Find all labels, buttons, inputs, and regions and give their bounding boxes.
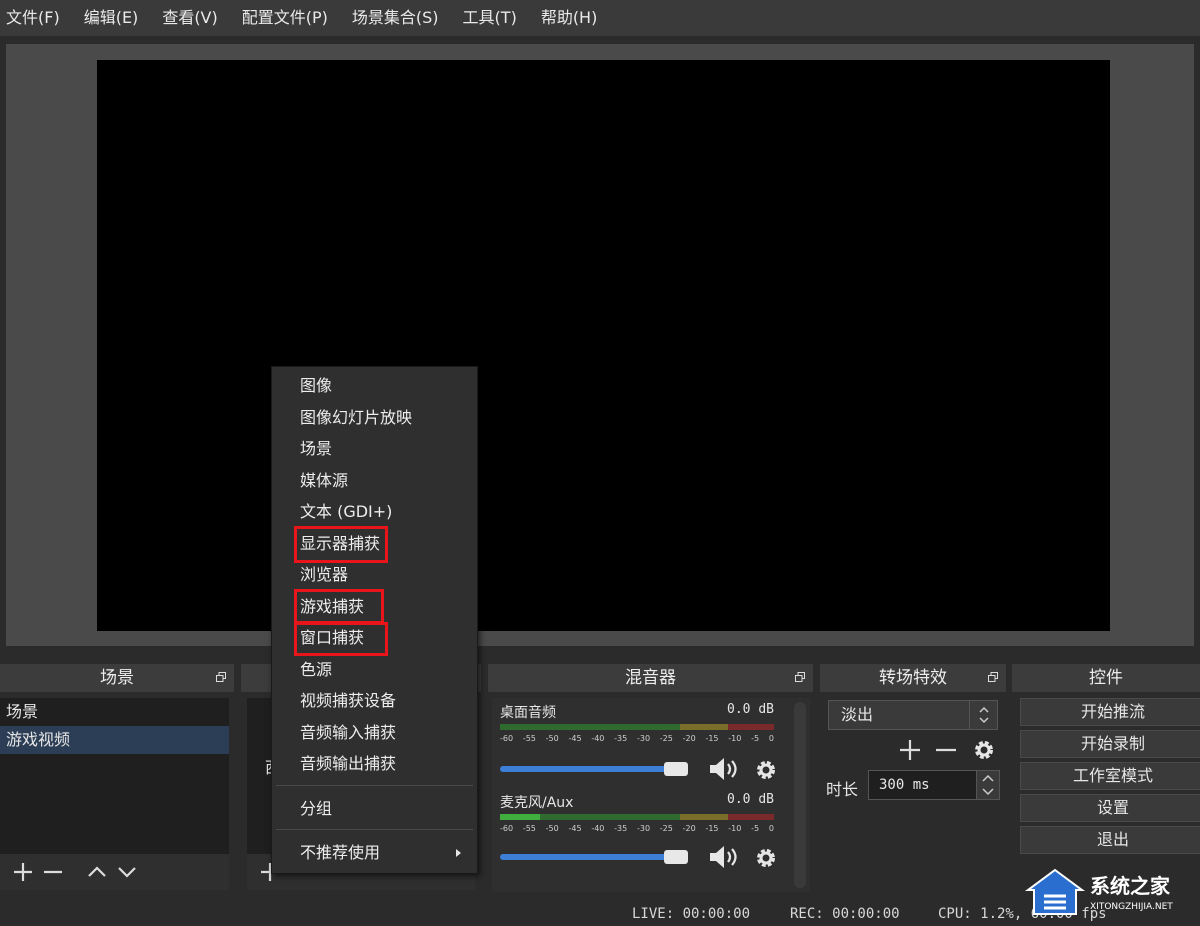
scenes-toolbar (0, 854, 229, 890)
menu-item-scene[interactable]: 场景 (300, 438, 332, 460)
gear-icon[interactable] (754, 758, 778, 786)
preview-canvas[interactable] (97, 60, 1110, 631)
undock-icon[interactable] (216, 672, 226, 682)
speaker-icon[interactable] (708, 844, 742, 874)
undock-icon[interactable] (988, 672, 998, 682)
mixer-channel: 麦克风/Aux 0.0 dB -60 -55 -50 -45 -40 -35 -30 -25-… (492, 792, 792, 882)
meter-scale: -60 -55 -50 -45 -40 -35 -30 -25 -20 -15 -10 -5 0 (500, 824, 774, 833)
transitions-title: 转场特效 (879, 668, 947, 688)
duration-label: 时长 (826, 780, 859, 799)
menu-separator (276, 785, 473, 786)
channel-name: 桌面音频 (500, 705, 556, 721)
volume-meter (500, 814, 774, 820)
menu-view[interactable]: 查看(V) (156, 0, 229, 36)
volume-slider[interactable] (500, 766, 670, 772)
remove-scene-button[interactable] (38, 857, 68, 887)
settings-button[interactable]: 设置 (1020, 794, 1200, 822)
watermark-text: 系统之家 (1090, 874, 1170, 898)
watermark-url: XITONGZHIJIA.NET (1090, 902, 1173, 912)
channel-name: 麦克风/Aux (500, 795, 574, 811)
move-up-button[interactable] (82, 857, 112, 887)
highlight-box (294, 622, 388, 656)
submenu-arrow-icon (456, 849, 461, 857)
scenes-dock-title: 场景 (0, 664, 234, 692)
undock-icon[interactable] (795, 672, 805, 682)
start-streaming-button[interactable]: 开始推流 (1020, 698, 1200, 726)
channel-db: 0.0 dB (727, 792, 774, 807)
menu-item-video-capture-device[interactable]: 视频捕获设备 (300, 690, 396, 712)
exit-button[interactable]: 退出 (1020, 826, 1200, 854)
controls-dock-title: 控件 (1012, 664, 1200, 692)
add-source-context-menu: 图像 图像幻灯片放映 场景 媒体源 文本 (GDI+) 显示器捕获 浏览器 游戏… (271, 366, 478, 874)
menu-file[interactable]: 文件(F) (0, 0, 72, 36)
menu-scene-collection[interactable]: 场景集合(S) (346, 0, 451, 36)
menu-item-audio-input-capture[interactable]: 音频输入捕获 (300, 722, 396, 744)
mixer-dock: 混音器 桌面音频 0.0 dB -60 -55 -50 -45 -40 -35 -30 -25… (488, 664, 813, 894)
transitions-dock: 转场特效 淡出 时长 300 ms (820, 664, 1006, 894)
mixer-body: 桌面音频 0.0 dB -60 -55 -50 -45 -40 -35 -30 -25 -20-… (492, 698, 810, 892)
volume-slider-knob[interactable] (664, 762, 688, 776)
mixer-title: 混音器 (625, 668, 676, 688)
menu-profile[interactable]: 配置文件(P) (236, 0, 340, 36)
studio-mode-button[interactable]: 工作室模式 (1020, 762, 1200, 790)
menu-help[interactable]: 帮助(H) (535, 0, 610, 36)
menu-bar: 文件(F) 编辑(E) 查看(V) 配置文件(P) 场景集合(S) 工具(T) … (0, 0, 1200, 36)
scenes-list: 场景 游戏视频 (0, 698, 229, 854)
start-recording-button[interactable]: 开始录制 (1020, 730, 1200, 758)
meter-scale: -60 -55 -50 -45 -40 -35 -30 -25 -20 -15 -10 -5 0 (500, 734, 774, 743)
menu-item-deprecated[interactable]: 不推荐使用 (300, 842, 380, 864)
live-status: LIVE: 00:00:00 (632, 906, 751, 922)
highlight-box (294, 589, 384, 624)
volume-meter (500, 724, 774, 730)
mixer-channel: 桌面音频 0.0 dB -60 -55 -50 -45 -40 -35 -30 -25 -20-… (492, 702, 792, 788)
volume-slider[interactable] (500, 854, 670, 860)
menu-item-group[interactable]: 分组 (300, 798, 332, 820)
controls-title: 控件 (1089, 668, 1123, 688)
remove-transition-button[interactable] (934, 738, 958, 766)
menu-tools[interactable]: 工具(T) (457, 0, 529, 36)
duration-input[interactable]: 300 ms (868, 770, 978, 800)
transitions-dock-title: 转场特效 (820, 664, 1006, 692)
house-logo-icon (1024, 868, 1086, 915)
menu-item-audio-output-capture[interactable]: 音频输出捕获 (300, 753, 396, 775)
watermark: 系统之家 XITONGZHIJIA.NET (1020, 862, 1196, 922)
mixer-scrollbar[interactable] (794, 702, 806, 888)
transition-value: 淡出 (841, 705, 874, 724)
menu-item-image[interactable]: 图像 (300, 375, 332, 397)
scenes-dock: 场景 场景 游戏视频 (0, 664, 234, 892)
speaker-icon[interactable] (708, 756, 742, 786)
scenes-title: 场景 (100, 668, 134, 688)
transition-select[interactable]: 淡出 (828, 700, 998, 730)
rec-status: REC: 00:00:00 (790, 906, 900, 922)
menu-item-image-slideshow[interactable]: 图像幻灯片放映 (300, 407, 412, 429)
gear-icon[interactable] (754, 846, 778, 874)
chevron-updown-icon (969, 701, 997, 729)
mixer-dock-title: 混音器 (488, 664, 813, 692)
duration-spinner[interactable] (976, 770, 1000, 800)
channel-db: 0.0 dB (727, 702, 774, 717)
menu-edit[interactable]: 编辑(E) (78, 0, 151, 36)
add-scene-button[interactable] (8, 857, 38, 887)
controls-dock: 控件 开始推流 开始录制 工作室模式 设置 退出 (1012, 664, 1200, 894)
menu-item-color-source[interactable]: 色源 (300, 659, 332, 681)
scene-item[interactable]: 场景 (0, 698, 229, 726)
volume-slider-knob[interactable] (664, 850, 688, 864)
scene-item[interactable]: 游戏视频 (0, 726, 229, 754)
highlight-box (294, 526, 388, 563)
menu-item-browser[interactable]: 浏览器 (300, 564, 348, 586)
add-transition-button[interactable] (898, 738, 922, 766)
menu-item-text-gdi[interactable]: 文本 (GDI+) (300, 501, 392, 523)
gear-icon[interactable] (972, 738, 996, 766)
move-down-button[interactable] (112, 857, 142, 887)
menu-separator (276, 829, 473, 830)
menu-item-media-source[interactable]: 媒体源 (300, 470, 348, 492)
